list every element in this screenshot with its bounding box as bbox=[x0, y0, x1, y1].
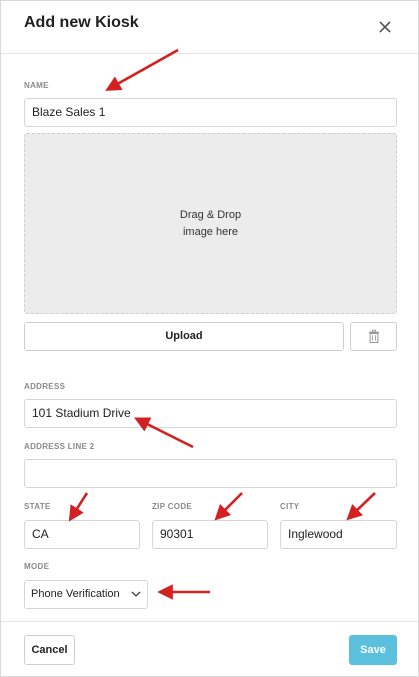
upload-button[interactable]: Upload bbox=[24, 322, 344, 351]
mode-select[interactable]: Phone Verification bbox=[24, 580, 148, 609]
modal-title: Add new Kiosk bbox=[24, 14, 139, 31]
image-dropzone[interactable]: Drag & Drop image here bbox=[24, 133, 397, 314]
address-line-2-label: ADDRESS LINE 2 bbox=[24, 442, 95, 451]
name-label: NAME bbox=[24, 81, 49, 90]
address-line-2-input[interactable] bbox=[24, 459, 397, 488]
save-button[interactable]: Save bbox=[349, 635, 397, 665]
state-label: STATE bbox=[24, 502, 51, 511]
delete-image-button[interactable] bbox=[350, 322, 397, 351]
modal-footer: Cancel Save bbox=[1, 621, 418, 677]
state-input[interactable]: CA bbox=[24, 520, 140, 549]
dropzone-text: Drag & Drop image here bbox=[179, 209, 242, 238]
city-label: CITY bbox=[280, 502, 300, 511]
cancel-button[interactable]: Cancel bbox=[24, 635, 75, 665]
modal-header: Add new Kiosk bbox=[1, 1, 418, 54]
add-kiosk-modal: Add new Kiosk NAME Blaze Sales 1 Drag & … bbox=[0, 0, 419, 677]
mode-select-value: Phone Verification bbox=[31, 588, 120, 600]
name-input[interactable]: Blaze Sales 1 bbox=[24, 98, 397, 127]
city-input[interactable]: Inglewood bbox=[280, 520, 397, 549]
trash-icon bbox=[368, 329, 380, 344]
zip-code-label: ZIP CODE bbox=[152, 502, 193, 511]
chevron-down-icon bbox=[131, 591, 141, 597]
close-icon[interactable] bbox=[374, 16, 396, 38]
address-input[interactable]: 101 Stadium Drive bbox=[24, 399, 397, 428]
mode-label: MODE bbox=[24, 562, 50, 571]
address-label: ADDRESS bbox=[24, 382, 66, 391]
zip-code-input[interactable]: 90301 bbox=[152, 520, 268, 549]
